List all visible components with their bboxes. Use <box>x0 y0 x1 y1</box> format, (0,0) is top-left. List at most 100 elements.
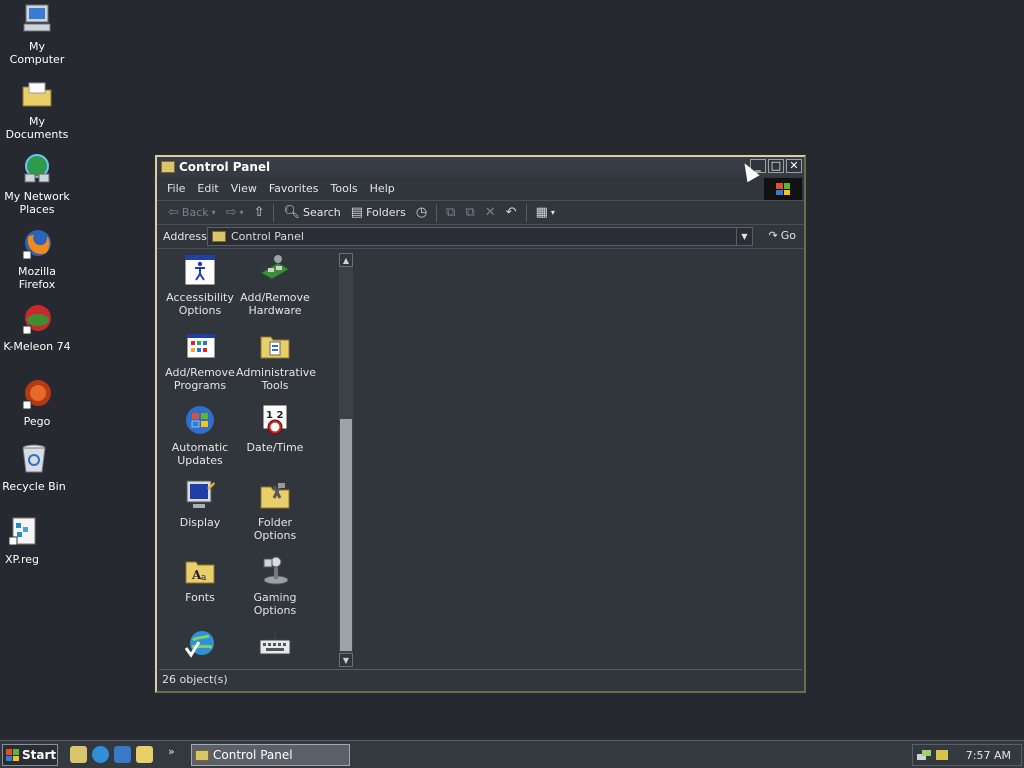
control-panel-window[interactable]: Control Panel _ □ ✕ File Edit View Favor… <box>155 155 806 693</box>
search-folder-icon[interactable] <box>136 746 153 763</box>
desktop-icon-label: XP.reg <box>5 553 39 566</box>
address-bar: Address Control Panel ▼ ↷ Go <box>157 225 804 249</box>
menu-favorites[interactable]: Favorites <box>263 180 325 197</box>
taskbar-button-label: Control Panel <box>213 748 293 762</box>
cp-item-label: Automatic Updates <box>171 441 229 467</box>
window-controls: _ □ ✕ <box>750 159 802 173</box>
toolbar-separator <box>525 203 527 222</box>
control-panel-items: Accessibility Options Add/Remove Hardwar… <box>161 253 341 667</box>
forward-arrow-icon: ⇨ <box>225 205 237 220</box>
desktop-icon-label: Pego <box>23 415 51 428</box>
folder-icon <box>161 161 175 173</box>
scroll-thumb[interactable] <box>340 419 352 651</box>
maximize-button[interactable]: □ <box>768 159 784 173</box>
history-icon: ◷ <box>415 205 428 220</box>
title-bar[interactable]: Control Panel _ □ ✕ <box>157 157 804 177</box>
go-button[interactable]: ↷ Go <box>769 229 796 242</box>
chevron-down-icon: ▾ <box>239 208 244 217</box>
desktop-icon-label: My Documents <box>5 115 69 141</box>
desktop-icon-my-computer[interactable]: My Computer <box>0 2 74 66</box>
cp-item-add-remove-hardware[interactable]: Add/Remove Hardware <box>236 253 314 317</box>
cp-item-label: Date/Time <box>246 441 304 454</box>
copy-to-button[interactable]: ⧉ <box>462 203 477 222</box>
history-button[interactable]: ◷ <box>413 203 430 222</box>
menu-edit[interactable]: Edit <box>191 180 224 197</box>
cp-item-keyboard[interactable] <box>236 628 314 666</box>
desktop-icon-label: My Network Places <box>4 190 70 216</box>
desktop-icon-mozilla-firefox[interactable]: Mozilla Firefox <box>0 227 74 291</box>
search-icon: 🔍︎ <box>283 205 300 220</box>
address-field[interactable]: Control Panel ▼ <box>207 227 753 246</box>
cp-item-display[interactable]: Display <box>161 478 239 529</box>
vertical-scrollbar[interactable]: ▲ ▼ <box>339 253 353 667</box>
taskbar-button-control-panel[interactable]: Control Panel <box>191 744 350 766</box>
computer-icon <box>20 2 54 36</box>
cp-item-add-remove-programs[interactable]: Add/Remove Programs <box>161 328 239 392</box>
desktop-icon-pego[interactable]: Pego <box>0 377 74 428</box>
undo-icon: ↶ <box>505 205 517 220</box>
cp-item-administrative-tools[interactable]: Administrative Tools <box>236 328 317 392</box>
network-tray-icon[interactable] <box>917 749 931 761</box>
quick-launch-more-icon[interactable]: » <box>168 745 175 758</box>
toolbar-separator <box>273 203 275 222</box>
up-folder-button[interactable]: ⇧ <box>251 203 268 222</box>
folders-button[interactable]: ▤ Folders <box>348 203 409 222</box>
cp-item-label: Accessibility Options <box>166 291 234 317</box>
desktop-icon-my-network-places[interactable]: My Network Places <box>0 152 74 216</box>
cp-item-internet-options[interactable] <box>161 628 239 666</box>
chevron-down-icon: ▾ <box>550 208 555 217</box>
menu-tools[interactable]: Tools <box>325 180 364 197</box>
cp-item-label: Add/Remove Programs <box>165 366 235 392</box>
cp-item-label: Gaming Options <box>253 591 297 617</box>
back-button[interactable]: ⇦ Back ▾ <box>165 203 219 222</box>
undo-button[interactable]: ↶ <box>503 203 520 222</box>
fonts-folder-icon: Aa <box>183 553 217 587</box>
recycle-bin-icon <box>17 442 51 476</box>
menu-view[interactable]: View <box>225 180 263 197</box>
scroll-up-button[interactable]: ▲ <box>339 253 353 267</box>
clock[interactable]: 7:57 AM <box>966 749 1011 762</box>
cp-item-label: Add/Remove Hardware <box>240 291 310 317</box>
internet-explorer-icon[interactable] <box>92 746 109 763</box>
views-icon: ▦ <box>535 205 548 220</box>
volume-tray-icon[interactable] <box>935 749 949 761</box>
folders-label: Folders <box>366 206 406 219</box>
content-area: Accessibility Options Add/Remove Hardwar… <box>159 251 802 670</box>
kmeleon-icon <box>20 302 54 336</box>
address-dropdown-button[interactable]: ▼ <box>736 228 752 245</box>
menu-file[interactable]: File <box>161 180 191 197</box>
windows-logo-icon <box>6 749 19 761</box>
cp-item-folder-options[interactable]: Folder Options <box>236 478 314 542</box>
desktop-icon-recycle-bin[interactable]: Recycle Bin <box>0 442 71 493</box>
desktop-icon-xp-reg[interactable]: XP.reg <box>0 515 59 566</box>
views-button[interactable]: ▦ ▾ <box>533 203 558 222</box>
cp-item-accessibility-options[interactable]: Accessibility Options <box>161 253 239 317</box>
cp-item-date-time[interactable]: 1 2 Date/Time <box>236 403 314 454</box>
cp-item-label: Folder Options <box>253 516 297 542</box>
taskbar: Start » Control Panel 7:57 AM <box>0 740 1024 768</box>
cp-item-gaming-options[interactable]: Gaming Options <box>236 553 314 617</box>
cp-item-label: Administrative Tools <box>236 366 317 392</box>
desktop-icon-my-documents[interactable]: My Documents <box>0 77 74 141</box>
search-button[interactable]: 🔍︎ Search <box>280 203 343 222</box>
move-to-button[interactable]: ⧉ <box>443 203 458 222</box>
cp-item-fonts[interactable]: Aa Fonts <box>161 553 239 604</box>
chevron-down-icon: ▾ <box>211 208 216 217</box>
cp-item-automatic-updates[interactable]: Automatic Updates <box>161 403 239 467</box>
forward-button[interactable]: ⇨ ▾ <box>223 203 247 222</box>
folders-icon: ▤ <box>350 205 364 220</box>
delete-button[interactable]: ✕ <box>482 203 499 222</box>
folder-options-icon <box>258 478 292 512</box>
start-label: Start <box>22 748 57 762</box>
outlook-express-icon[interactable] <box>114 746 131 763</box>
desktop-icon-k-meleon[interactable]: K-Meleon 74 <box>0 302 74 353</box>
scroll-down-button[interactable]: ▼ <box>339 653 353 667</box>
desktop-icon-label: Mozilla Firefox <box>18 265 56 291</box>
show-desktop-icon[interactable] <box>70 746 87 763</box>
start-button[interactable]: Start <box>2 744 58 766</box>
close-button[interactable]: ✕ <box>786 159 802 173</box>
folder-icon <box>195 749 209 761</box>
menu-help[interactable]: Help <box>364 180 401 197</box>
programs-icon <box>183 328 217 362</box>
copy-to-icon: ⧉ <box>465 205 475 220</box>
